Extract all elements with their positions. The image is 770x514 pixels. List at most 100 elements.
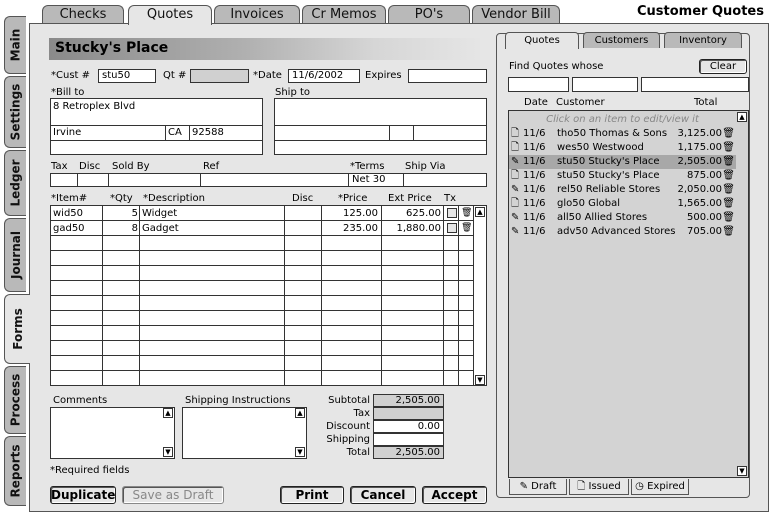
list-item-customer: stu50 Stucky's Place xyxy=(557,170,660,181)
trash-icon[interactable]: 🗑 xyxy=(722,127,735,141)
trash-icon[interactable]: 🗑 xyxy=(722,155,735,169)
clock-icon: ◷ xyxy=(635,481,644,492)
scroll-down-icon[interactable]: ▼ xyxy=(475,375,485,385)
find-field-3[interactable] xyxy=(641,77,749,92)
scroll-down-icon[interactable]: ▼ xyxy=(295,447,305,457)
tab-quotes[interactable]: Quotes xyxy=(128,5,212,25)
bottom-tab-issued[interactable]: 🗋 Issued xyxy=(569,479,629,495)
qt-number-field[interactable] xyxy=(190,69,249,83)
trash-icon[interactable]: 🗑 xyxy=(722,183,735,197)
bottom-tab-expired[interactable]: ◷ Expired xyxy=(631,479,689,495)
list-item-customer: all50 Allied Stores xyxy=(557,212,648,223)
tab-invoices[interactable]: Invoices xyxy=(214,5,300,24)
col-tx: Tx xyxy=(444,193,457,204)
side-tab-ledger[interactable]: Ledger xyxy=(4,150,26,216)
trash-icon[interactable]: 🗑 xyxy=(461,223,472,233)
side-tab-settings[interactable]: Settings xyxy=(4,76,26,148)
side-tab-journal[interactable]: Journal xyxy=(4,218,26,292)
list-item[interactable]: 🗋 11/6 stu50 Stucky's Place 875.00 🗑 xyxy=(509,169,736,183)
list-item[interactable]: ✎ 11/6 adv50 Advanced Stores 705.00 🗑 xyxy=(509,225,736,239)
ship-to-box[interactable] xyxy=(274,98,487,155)
side-tab-main[interactable]: Main xyxy=(4,16,26,74)
list-item[interactable]: ✎ 11/6 all50 Allied Stores 500.00 🗑 xyxy=(509,211,736,225)
trash-icon[interactable]: 🗑 xyxy=(461,208,472,218)
price-cell[interactable]: 125.00 xyxy=(322,208,378,219)
scroll-down-icon[interactable]: ▼ xyxy=(163,447,173,457)
qty-cell[interactable]: 8 xyxy=(103,223,138,234)
col-total: Total xyxy=(694,97,718,108)
list-item-total: 3,125.00 xyxy=(677,128,722,139)
list-item-total: 1,175.00 xyxy=(677,142,722,153)
description-cell[interactable]: Gadget xyxy=(142,223,179,234)
tax-checkbox[interactable] xyxy=(447,208,457,218)
bill-to-city[interactable]: Irvine xyxy=(53,127,81,138)
tab-pos[interactable]: PO's xyxy=(388,5,470,24)
expires-field[interactable] xyxy=(408,69,487,83)
cancel-button[interactable]: Cancel xyxy=(350,486,416,504)
tax-checkbox[interactable] xyxy=(447,223,457,233)
col-description: *Description xyxy=(143,193,205,204)
scroll-up-icon[interactable]: ▲ xyxy=(163,408,173,418)
cust-number-field[interactable]: stu50 xyxy=(98,69,156,83)
trash-icon[interactable]: 🗑 xyxy=(722,197,735,211)
bill-to-line1[interactable]: 8 Retroplex Blvd xyxy=(53,101,135,112)
list-item-date: 11/6 xyxy=(523,212,546,223)
list-item[interactable]: 🗋 11/6 wes50 Westwood 1,175.00 🗑 xyxy=(509,141,736,155)
side-tab-forms[interactable]: Forms xyxy=(4,294,30,364)
list-item-total: 705.00 xyxy=(687,226,722,237)
list-item-total: 1,565.00 xyxy=(677,198,722,209)
bill-to-zip[interactable]: 92588 xyxy=(192,127,224,138)
col-qty: *Qty xyxy=(110,193,133,204)
tab-list-inventory[interactable]: Inventory xyxy=(664,32,742,48)
list-item-total: 2,505.00 xyxy=(677,156,722,167)
list-item-date: 11/6 xyxy=(523,226,546,237)
item-cell[interactable]: gad50 xyxy=(53,223,85,234)
bottom-tab-draft[interactable]: ✎ Draft xyxy=(509,479,567,495)
list-item[interactable]: 🗋 11/6 glo50 Global 1,565.00 🗑 xyxy=(509,197,736,211)
scroll-down-icon[interactable]: ▼ xyxy=(737,466,747,476)
list-item[interactable]: ✎ 11/6 rel50 Reliable Stores 2,050.00 🗑 xyxy=(509,183,736,197)
print-button[interactable]: Print xyxy=(280,486,344,504)
duplicate-button[interactable]: Duplicate xyxy=(50,486,116,504)
find-field-2[interactable] xyxy=(572,77,638,92)
scroll-up-icon[interactable]: ▲ xyxy=(737,112,747,122)
accept-button[interactable]: Accept xyxy=(422,486,487,504)
price-cell[interactable]: 235.00 xyxy=(322,223,378,234)
list-item[interactable]: 🗋 11/6 tho50 Thomas & Sons 3,125.00 🗑 xyxy=(509,127,736,141)
ext-price-cell: 625.00 xyxy=(406,208,441,219)
shipping-field[interactable] xyxy=(373,433,444,446)
tab-cr-memos[interactable]: Cr Memos xyxy=(302,5,386,24)
list-item-date: 11/6 xyxy=(523,128,546,139)
side-tab-process[interactable]: Process xyxy=(4,366,26,434)
description-cell[interactable]: Widget xyxy=(142,208,177,219)
col-ext-price: Ext Price xyxy=(388,193,432,204)
discount-field[interactable]: 0.00 xyxy=(373,420,444,433)
list-item-date: 11/6 xyxy=(523,142,546,153)
pencil-icon: ✎ xyxy=(511,226,520,237)
shipping-instructions-textarea[interactable] xyxy=(182,407,307,459)
side-tab-reports[interactable]: Reports xyxy=(4,436,26,506)
comments-textarea[interactable] xyxy=(50,407,175,459)
terms-field[interactable]: Net 30 xyxy=(352,174,385,185)
ext-price-cell: 1,880.00 xyxy=(396,223,441,234)
qty-cell[interactable]: 5 xyxy=(103,208,138,219)
tab-checks[interactable]: Checks xyxy=(42,5,124,24)
item-cell[interactable]: wid50 xyxy=(53,208,83,219)
trash-icon[interactable]: 🗑 xyxy=(722,225,735,239)
list-item[interactable]: ✎ 11/6 stu50 Stucky's Place 2,505.00 🗑 xyxy=(509,155,736,169)
total-value: 2,505.00 xyxy=(373,446,444,459)
find-field-1[interactable] xyxy=(508,77,569,92)
tab-vendor-bill[interactable]: Vendor Bill xyxy=(472,5,560,24)
trash-icon[interactable]: 🗑 xyxy=(722,141,735,155)
clear-button[interactable]: Clear xyxy=(699,59,747,74)
tab-list-customers[interactable]: Customers xyxy=(583,32,660,48)
save-as-draft-button[interactable]: Save as Draft xyxy=(122,486,224,504)
bill-to-state[interactable]: CA xyxy=(168,127,182,138)
trash-icon[interactable]: 🗑 xyxy=(722,169,735,183)
cust-label: *Cust # xyxy=(51,70,91,81)
trash-icon[interactable]: 🗑 xyxy=(722,211,735,225)
scroll-up-icon[interactable]: ▲ xyxy=(295,408,305,418)
tab-list-quotes[interactable]: Quotes xyxy=(505,32,579,49)
date-field[interactable]: 11/6/2002 xyxy=(288,69,360,83)
scroll-up-icon[interactable]: ▲ xyxy=(475,207,485,217)
